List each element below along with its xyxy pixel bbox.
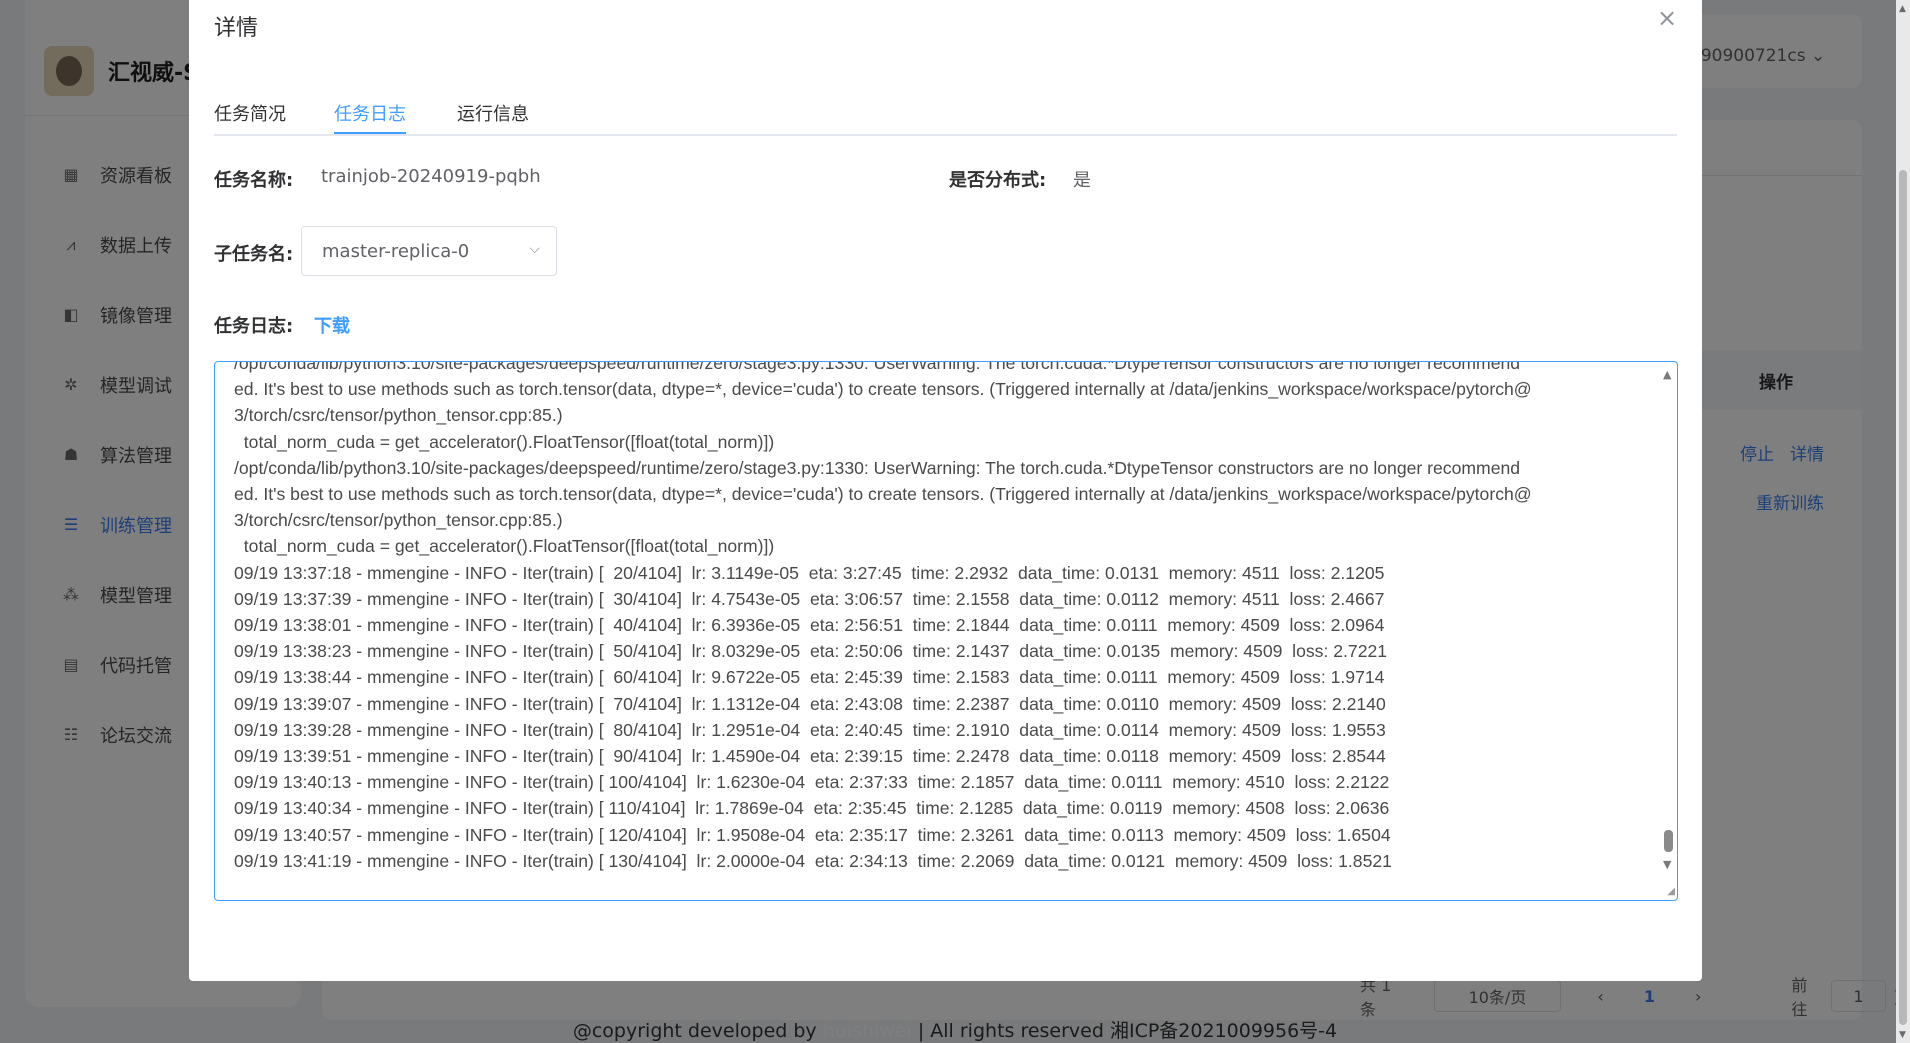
download-link[interactable]: 下载 xyxy=(314,312,350,338)
log-line: 09/19 13:37:18 - mmengine - INFO - Iter(… xyxy=(234,562,1385,583)
task-name-label: 任务名称: xyxy=(214,170,294,191)
task-log-label: 任务日志: xyxy=(214,316,294,337)
footer: @copyright developed by huishiwei | All … xyxy=(0,1016,1910,1043)
page-scrollbar-thumb[interactable] xyxy=(1899,170,1907,1025)
footer-suffix: | All rights reserved 湘ICP备2021009956号-4 xyxy=(911,1020,1338,1042)
scroll-up-icon[interactable]: ▲ xyxy=(1663,368,1671,381)
log-scrollbar[interactable]: ▲ ▼ xyxy=(1659,362,1677,900)
subtask-select-value: master-replica-0 xyxy=(322,241,470,262)
scroll-up-icon[interactable]: ▲ xyxy=(1899,4,1906,14)
log-line: total_norm_cuda = get_accelerator().Floa… xyxy=(234,536,775,557)
page-scrollbar[interactable]: ▲ ▼ xyxy=(1896,0,1910,1043)
log-line: 09/19 13:38:01 - mmengine - INFO - Iter(… xyxy=(234,615,1385,636)
log-line: 09/19 13:39:07 - mmengine - INFO - Iter(… xyxy=(234,693,1386,714)
dialog-tabs: 任务简况 任务日志 运行信息 xyxy=(214,96,1677,136)
resize-grip-icon[interactable]: ◢ xyxy=(1663,886,1675,898)
scroll-down-icon[interactable]: ▼ xyxy=(1899,1030,1906,1040)
log-line: 09/19 13:38:23 - mmengine - INFO - Iter(… xyxy=(234,641,1388,662)
close-icon[interactable]: × xyxy=(1657,4,1677,32)
tab-task-log[interactable]: 任务日志 xyxy=(334,100,406,126)
log-line: ed. It's best to use methods such as tor… xyxy=(234,484,1532,505)
log-line: 09/19 13:39:28 - mmengine - INFO - Iter(… xyxy=(234,719,1386,740)
tab-run-info[interactable]: 运行信息 xyxy=(457,100,529,126)
log-line: 09/19 13:38:44 - mmengine - INFO - Iter(… xyxy=(234,667,1385,688)
log-textarea[interactable]: /opt/conda/lib/python3.10/site-packages/… xyxy=(214,361,1678,901)
task-name-value: trainjob-20240919-pqbh xyxy=(321,166,541,187)
log-line: /opt/conda/lib/python3.10/site-packages/… xyxy=(234,361,1521,373)
chevron-down-icon: ⌵ xyxy=(529,241,540,257)
footer-link[interactable]: huishiwei xyxy=(823,1020,912,1042)
log-scrollbar-thumb[interactable] xyxy=(1664,830,1673,852)
active-tab-indicator xyxy=(334,132,406,134)
distributed-label: 是否分布式: xyxy=(949,170,1047,191)
log-line: 3/torch/csrc/tensor/python_tensor.cpp:85… xyxy=(234,510,563,531)
log-line: ed. It's best to use methods such as tor… xyxy=(234,379,1532,400)
log-line: 09/19 13:39:51 - mmengine - INFO - Iter(… xyxy=(234,746,1386,767)
footer-prefix: @copyright developed by xyxy=(572,1020,823,1042)
log-line: 09/19 13:40:13 - mmengine - INFO - Iter(… xyxy=(234,772,1390,793)
tab-task-overview[interactable]: 任务简况 xyxy=(214,100,286,126)
subtask-select[interactable]: master-replica-0 ⌵ xyxy=(301,226,557,276)
log-line: 09/19 13:41:19 - mmengine - INFO - Iter(… xyxy=(234,850,1392,871)
distributed-value: 是 xyxy=(1073,170,1091,191)
log-line: 09/19 13:40:57 - mmengine - INFO - Iter(… xyxy=(234,824,1391,845)
log-line: 09/19 13:37:39 - mmengine - INFO - Iter(… xyxy=(234,588,1385,609)
log-line: 3/torch/csrc/tensor/python_tensor.cpp:85… xyxy=(234,405,563,426)
log-line: total_norm_cuda = get_accelerator().Floa… xyxy=(234,431,775,452)
log-content: /opt/conda/lib/python3.10/site-packages/… xyxy=(234,361,1644,874)
scroll-down-icon[interactable]: ▼ xyxy=(1663,858,1671,871)
log-line: /opt/conda/lib/python3.10/site-packages/… xyxy=(234,457,1521,478)
detail-dialog: 详情 × 任务简况 任务日志 运行信息 任务名称: trainjob-20240… xyxy=(189,0,1702,981)
dialog-title: 详情 xyxy=(214,16,259,41)
log-line: 09/19 13:40:34 - mmengine - INFO - Iter(… xyxy=(234,798,1390,819)
subtask-label: 子任务名: xyxy=(214,244,294,265)
